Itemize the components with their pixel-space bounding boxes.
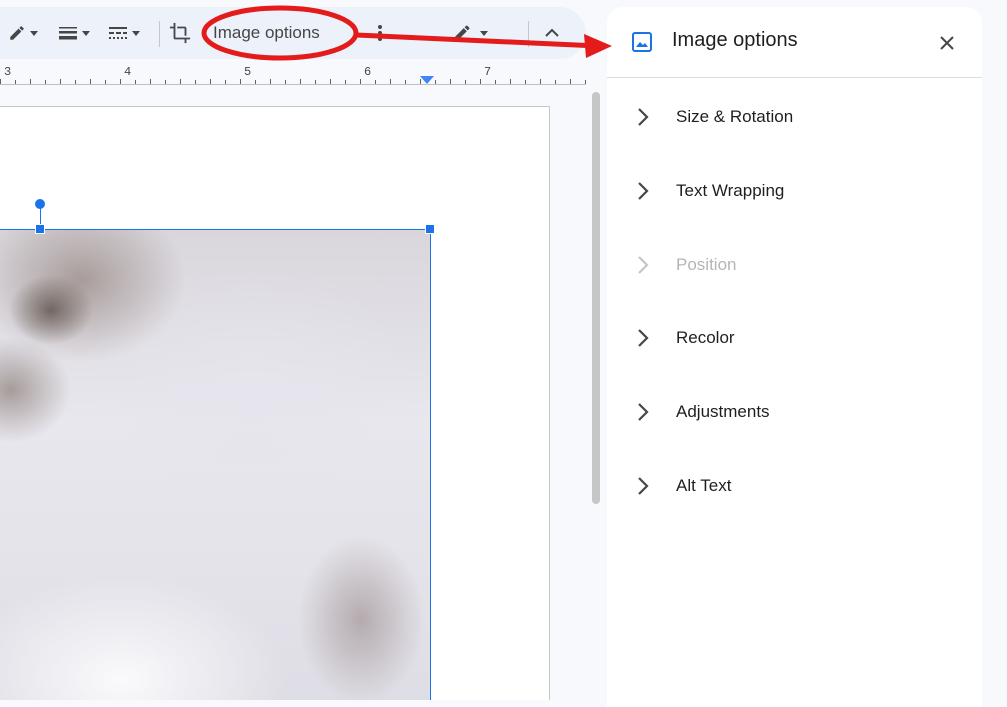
ruler-number: 5 — [244, 65, 252, 79]
more-vert-icon — [378, 25, 382, 41]
section-position: Position — [607, 240, 982, 290]
section-label: Recolor — [676, 328, 735, 347]
border-dash-button[interactable] — [108, 21, 140, 45]
image-icon — [632, 32, 652, 52]
section-label: Size & Rotation — [676, 107, 794, 126]
right-indent-marker[interactable] — [420, 76, 434, 84]
pencil-icon — [10, 26, 24, 40]
ruler-number: 7 — [484, 65, 492, 79]
ruler-number: 4 — [124, 65, 132, 79]
toolbar-divider — [528, 21, 529, 47]
section-adjustments[interactable]: Adjustments — [607, 387, 982, 437]
section-text-wrapping[interactable]: Text Wrapping — [607, 166, 982, 216]
section-recolor[interactable]: Recolor — [607, 313, 982, 363]
toolbar-divider — [159, 21, 160, 47]
hide-menus-button[interactable] — [542, 21, 562, 45]
crop-button[interactable] — [169, 21, 191, 45]
rotation-handle[interactable] — [35, 199, 45, 209]
section-alt-text[interactable]: Alt Text — [607, 461, 982, 511]
close-icon[interactable] — [935, 31, 959, 55]
chevron-down-icon — [30, 30, 38, 36]
chevron-down-icon — [480, 30, 488, 36]
border-color-button[interactable] — [8, 21, 38, 45]
edit-pencil-icon — [454, 25, 470, 41]
ruler-number: 3 — [4, 65, 12, 79]
section-label: Adjustments — [676, 402, 770, 421]
chevron-down-icon — [82, 30, 90, 36]
resize-handle-top-right[interactable] — [425, 224, 435, 234]
section-label: Position — [676, 255, 737, 274]
crop-icon — [169, 22, 191, 44]
chevron-up-icon — [545, 28, 559, 37]
line-dash-icon — [109, 27, 127, 39]
chevron-right-icon — [638, 329, 649, 347]
section-label: Text Wrapping — [676, 181, 785, 200]
section-size-rotation[interactable]: Size & Rotation — [607, 92, 982, 142]
section-label: Alt Text — [676, 476, 732, 495]
image-options-panel: Image options Size & Rotation Text Wrapp… — [607, 7, 982, 707]
ruler-number: 6 — [364, 65, 372, 79]
panel-header: Image options — [607, 7, 982, 78]
chevron-right-icon — [638, 477, 649, 495]
resize-handle-top[interactable] — [35, 224, 45, 234]
document-canvas[interactable] — [0, 88, 588, 700]
chevron-down-icon — [132, 30, 140, 36]
chevron-right-icon — [638, 182, 649, 200]
chevron-right-icon — [638, 403, 649, 421]
selected-image[interactable] — [0, 229, 431, 700]
image-toolbar: Image options — [0, 7, 586, 59]
chevron-right-icon — [638, 108, 649, 126]
line-weight-icon — [59, 27, 77, 40]
chevron-right-icon — [638, 256, 649, 274]
ruler-baseline — [0, 84, 586, 85]
horizontal-ruler[interactable]: 3 4 5 6 7 — [0, 59, 586, 89]
border-weight-button[interactable] — [58, 21, 90, 45]
editing-mode-button[interactable] — [452, 21, 488, 45]
vertical-scrollbar[interactable] — [592, 92, 600, 504]
panel-title: Image options — [672, 29, 798, 51]
image-options-button[interactable]: Image options — [207, 21, 326, 45]
more-options-button[interactable] — [372, 21, 388, 45]
